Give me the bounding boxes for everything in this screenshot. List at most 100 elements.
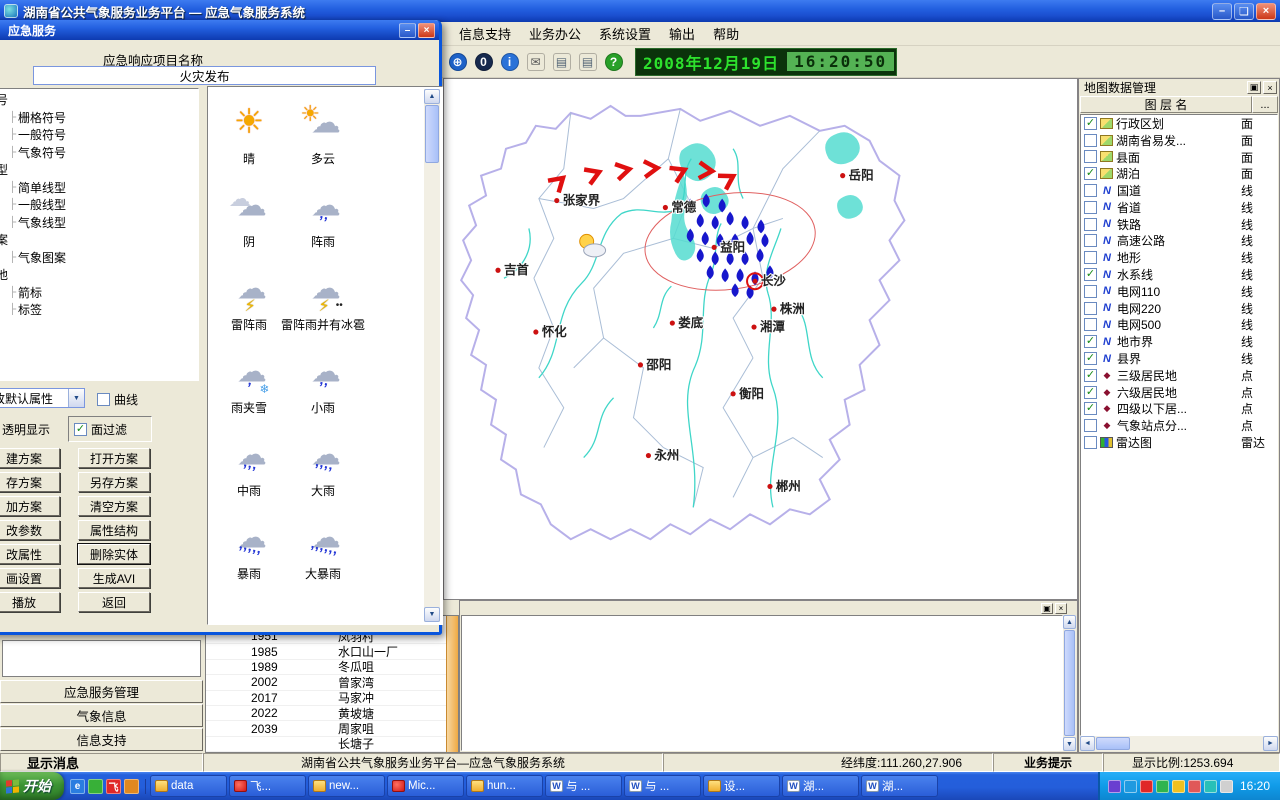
task-button-5[interactable]: W与 ... <box>545 775 622 797</box>
pin-icon[interactable]: ▣ <box>1247 81 1261 94</box>
layer-row-气象站点分...[interactable]: ◆气象站点分...点 <box>1081 417 1277 434</box>
table-row-1[interactable]: 1985水口山一厂 <box>206 644 458 659</box>
task-button-7[interactable]: 设... <box>703 775 780 797</box>
layer-checkbox[interactable] <box>1084 285 1097 298</box>
task-button-8[interactable]: W湖... <box>782 775 859 797</box>
menu-item-3[interactable]: 输出 <box>660 22 704 45</box>
layer-checkbox[interactable] <box>1084 218 1097 231</box>
layer-checkbox[interactable]: ✓ <box>1084 402 1097 415</box>
layer-row-六级居民地[interactable]: ✓◆六级居民地点 <box>1081 384 1277 401</box>
pin-icon[interactable]: ▣ <box>1041 603 1053 614</box>
message-close-button[interactable]: × <box>1055 603 1067 614</box>
station-table-scrollbar[interactable] <box>446 616 458 752</box>
scroll-left-icon[interactable]: ◄ <box>1080 736 1095 751</box>
table-row-2[interactable]: 1989冬瓜咀 <box>206 660 458 675</box>
toolbar-globe-icon-button[interactable]: ⊕ <box>446 50 469 73</box>
button-加方案[interactable]: 加方案 <box>0 496 60 516</box>
layer-row-行政区划[interactable]: ✓行政区划面 <box>1081 115 1277 132</box>
layer-checkbox[interactable] <box>1084 318 1097 331</box>
project-name-input[interactable] <box>33 66 376 85</box>
layer-checkbox[interactable] <box>1084 201 1097 214</box>
layer-row-县面[interactable]: 县面面 <box>1081 149 1277 166</box>
layer-checkbox[interactable]: ✓ <box>1084 369 1097 382</box>
info-support-button[interactable]: 信息支持 <box>0 728 203 751</box>
layer-row-水系线[interactable]: ✓N水系线线 <box>1081 266 1277 283</box>
face-filter-checkbox[interactable]: ✓ 面过滤 <box>74 421 127 438</box>
tree-item-11[interactable]: ├箭标 <box>0 284 198 302</box>
tree-item-8[interactable]: 案 <box>0 231 198 249</box>
layer-checkbox[interactable] <box>1084 251 1097 264</box>
button-属性结构[interactable]: 属性结构 <box>78 520 150 540</box>
table-row-4[interactable]: 2017马家冲 <box>206 691 458 706</box>
weather-item-7[interactable]: ☁’’小雨 <box>286 342 360 425</box>
layer-checkbox[interactable]: ✓ <box>1084 352 1097 365</box>
layer-checkbox[interactable] <box>1084 184 1097 197</box>
layer-row-电网220[interactable]: N电网220线 <box>1081 300 1277 317</box>
layer-checkbox[interactable] <box>1084 302 1097 315</box>
tray-icon-4[interactable] <box>1172 780 1185 793</box>
tray-icon-5[interactable] <box>1188 780 1201 793</box>
weather-item-3[interactable]: ☁’’阵雨 <box>286 176 360 259</box>
tree-item-3[interactable]: ├气象符号 <box>0 144 198 162</box>
task-button-0[interactable]: data <box>150 775 227 797</box>
tree-item-0[interactable]: 号 <box>0 91 198 109</box>
layers-hscrollbar[interactable]: ◄ ► <box>1080 736 1278 751</box>
layers-more-button[interactable]: ... <box>1252 96 1278 113</box>
weather-item-6[interactable]: ☁’❄雨夹雪 <box>212 342 286 425</box>
layer-checkbox[interactable]: ✓ <box>1084 335 1097 348</box>
layer-row-省道[interactable]: N省道线 <box>1081 199 1277 216</box>
layer-row-雷达图[interactable]: 雷达图雷达 <box>1081 434 1277 451</box>
table-row-5[interactable]: 2022黄坡塘 <box>206 706 458 721</box>
layer-row-电网110[interactable]: N电网110线 <box>1081 283 1277 300</box>
vscroll-thumb[interactable] <box>1064 630 1075 736</box>
layer-row-湖南省易发...[interactable]: 湖南省易发...面 <box>1081 132 1277 149</box>
toolbar-info-icon-button[interactable]: i <box>498 50 521 73</box>
tray-icon-2[interactable] <box>1140 780 1153 793</box>
fetion-icon[interactable]: 飞 <box>106 779 121 794</box>
table-row-6[interactable]: 2039周家咀 <box>206 721 458 736</box>
layer-row-地形[interactable]: N地形线 <box>1081 249 1277 266</box>
hscroll-thumb[interactable] <box>1096 737 1130 750</box>
weather-item-9[interactable]: ☁’’’’大雨 <box>286 425 360 508</box>
tree-item-2[interactable]: ├一般符号 <box>0 126 198 144</box>
button-播放[interactable]: 播放 <box>0 592 60 612</box>
menu-item-1[interactable]: 业务办公 <box>520 22 590 45</box>
layer-row-湖泊[interactable]: ✓湖泊面 <box>1081 165 1277 182</box>
weather-item-0[interactable]: ☀晴 <box>212 93 286 176</box>
layer-checkbox[interactable] <box>1084 150 1097 163</box>
layer-row-三级居民地[interactable]: ✓◆三级居民地点 <box>1081 367 1277 384</box>
layer-row-电网500[interactable]: N电网500线 <box>1081 317 1277 334</box>
layer-row-高速公路[interactable]: N高速公路线 <box>1081 233 1277 250</box>
button-删除实体[interactable]: 删除实体 <box>78 544 150 564</box>
weather-scrollbar[interactable]: ▲ ▼ <box>424 89 440 622</box>
button-打开方案[interactable]: 打开方案 <box>78 448 150 468</box>
scroll-thumb[interactable] <box>425 105 439 163</box>
tray-icon-1[interactable] <box>1124 780 1137 793</box>
transparent-checkbox[interactable]: 透明显示 <box>0 421 50 438</box>
layer-checkbox[interactable]: ✓ <box>1084 268 1097 281</box>
restore-button[interactable]: ❏ <box>1234 3 1254 20</box>
layer-checkbox[interactable] <box>1084 419 1097 432</box>
button-清空方案[interactable]: 清空方案 <box>78 496 150 516</box>
media-icon[interactable] <box>124 779 139 794</box>
task-button-3[interactable]: Mic... <box>387 775 464 797</box>
tree-item-1[interactable]: ├栅格符号 <box>0 109 198 127</box>
start-button[interactable]: 开始 <box>0 772 64 800</box>
table-row-3[interactable]: 2002曾家湾 <box>206 675 458 690</box>
weather-item-8[interactable]: ☁’’’中雨 <box>212 425 286 508</box>
emergency-service-mgmt-button[interactable]: 应急服务管理 <box>0 680 203 703</box>
tray-icon-6[interactable] <box>1204 780 1217 793</box>
task-button-6[interactable]: W与 ... <box>624 775 701 797</box>
layer-row-县界[interactable]: ✓N县界线 <box>1081 350 1277 367</box>
minimize-button[interactable]: – <box>1212 3 1232 20</box>
layer-checkbox[interactable] <box>1084 234 1097 247</box>
layer-checkbox[interactable]: ✓ <box>1084 117 1097 130</box>
layer-checkbox[interactable] <box>1084 134 1097 147</box>
dialog-minimize-button[interactable]: – <box>399 23 416 38</box>
tree-item-10[interactable]: 他 <box>0 266 198 284</box>
button-存方案[interactable]: 存方案 <box>0 472 60 492</box>
scroll-down-icon[interactable]: ▼ <box>424 607 440 622</box>
button-画设置[interactable]: 画设置 <box>0 568 60 588</box>
weather-item-10[interactable]: ☁’’’’’暴雨 <box>212 508 286 591</box>
menu-item-2[interactable]: 系统设置 <box>590 22 660 45</box>
